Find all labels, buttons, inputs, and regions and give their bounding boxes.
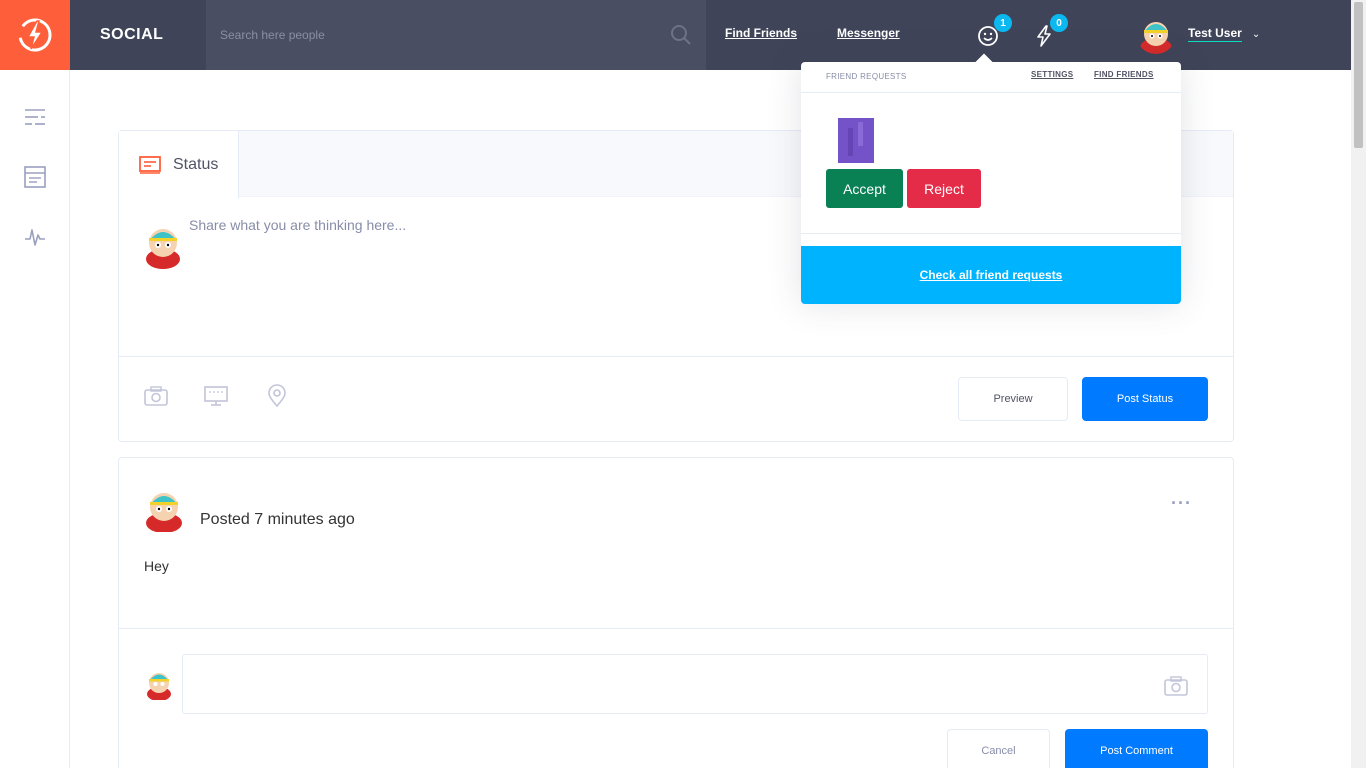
comment-avatar xyxy=(147,673,171,700)
friend-requests-button[interactable]: 1 xyxy=(976,14,1012,48)
activity-icon[interactable] xyxy=(24,226,46,248)
post-author-avatar xyxy=(146,493,182,532)
newsfeed-icon[interactable] xyxy=(24,166,46,188)
tab-status[interactable]: Status xyxy=(119,131,239,198)
request-avatar-image xyxy=(838,118,874,163)
post-status-button[interactable]: Post Status xyxy=(1082,377,1208,421)
page-scrollbar[interactable] xyxy=(1351,0,1366,768)
check-all-requests-link[interactable]: Check all friend requests xyxy=(920,268,1063,282)
comment-field xyxy=(182,654,1208,714)
camera-icon[interactable] xyxy=(1163,675,1189,697)
find-friends-link[interactable]: Find Friends xyxy=(725,26,797,40)
cartman-avatar-icon xyxy=(1136,14,1176,54)
friend-requests-dropdown: FRIEND REQUESTS SETTINGS FIND FRIENDS Ac… xyxy=(801,53,1181,304)
composer-avatar xyxy=(146,229,180,269)
notifications-button[interactable]: 0 xyxy=(1032,14,1068,48)
request-avatar[interactable] xyxy=(838,118,874,163)
search-bar xyxy=(206,0,706,70)
post-text: Hey xyxy=(144,558,169,574)
scrollbar-thumb[interactable] xyxy=(1354,2,1363,148)
brand-name[interactable]: SOCIAL xyxy=(70,0,206,70)
post-card: Posted 7 minutes ago ··· Hey Cancel Post… xyxy=(118,457,1234,768)
more-options-icon[interactable]: ··· xyxy=(1171,493,1192,514)
notifications-badge: 0 xyxy=(1050,14,1068,32)
chevron-down-icon: ⌄ xyxy=(1251,28,1261,40)
messenger-link[interactable]: Messenger xyxy=(837,26,900,40)
computer-icon[interactable] xyxy=(203,384,229,408)
top-bar: SOCIAL Find Friends Messenger 1 0 xyxy=(0,0,1366,70)
post-timestamp: Posted 7 minutes ago xyxy=(200,511,355,528)
friend-requests-badge: 1 xyxy=(994,14,1012,32)
camera-icon[interactable] xyxy=(143,384,169,408)
app-logo[interactable] xyxy=(0,0,70,70)
divider xyxy=(801,233,1181,234)
find-friends-dropdown-link[interactable]: FIND FRIENDS xyxy=(1094,70,1154,79)
lightning-logo-icon xyxy=(18,18,52,52)
user-avatar xyxy=(1136,14,1176,54)
tab-status-label: Status xyxy=(173,155,219,173)
check-all-requests-bar[interactable]: Check all friend requests xyxy=(801,246,1181,304)
post-comment-button[interactable]: Post Comment xyxy=(1065,729,1208,768)
user-name: Test User xyxy=(1188,26,1242,42)
cancel-button[interactable]: Cancel xyxy=(947,729,1050,768)
menu-lines-icon[interactable] xyxy=(24,106,46,128)
divider xyxy=(119,356,1233,357)
left-sidebar xyxy=(0,70,70,768)
dropdown-header: FRIEND REQUESTS SETTINGS FIND FRIENDS xyxy=(801,62,1181,93)
location-pin-icon[interactable] xyxy=(264,384,290,408)
divider xyxy=(119,628,1233,629)
search-input[interactable] xyxy=(206,0,706,70)
settings-link[interactable]: SETTINGS xyxy=(1031,70,1073,79)
user-menu[interactable]: Test User ⌄ xyxy=(1136,14,1260,54)
search-icon[interactable] xyxy=(670,24,692,46)
reject-button[interactable]: Reject xyxy=(907,169,981,208)
preview-button[interactable]: Preview xyxy=(958,377,1068,421)
dropdown-title: FRIEND REQUESTS xyxy=(826,72,907,81)
accept-button[interactable]: Accept xyxy=(826,169,903,208)
status-icon xyxy=(139,155,161,174)
comment-input[interactable] xyxy=(183,655,1207,713)
